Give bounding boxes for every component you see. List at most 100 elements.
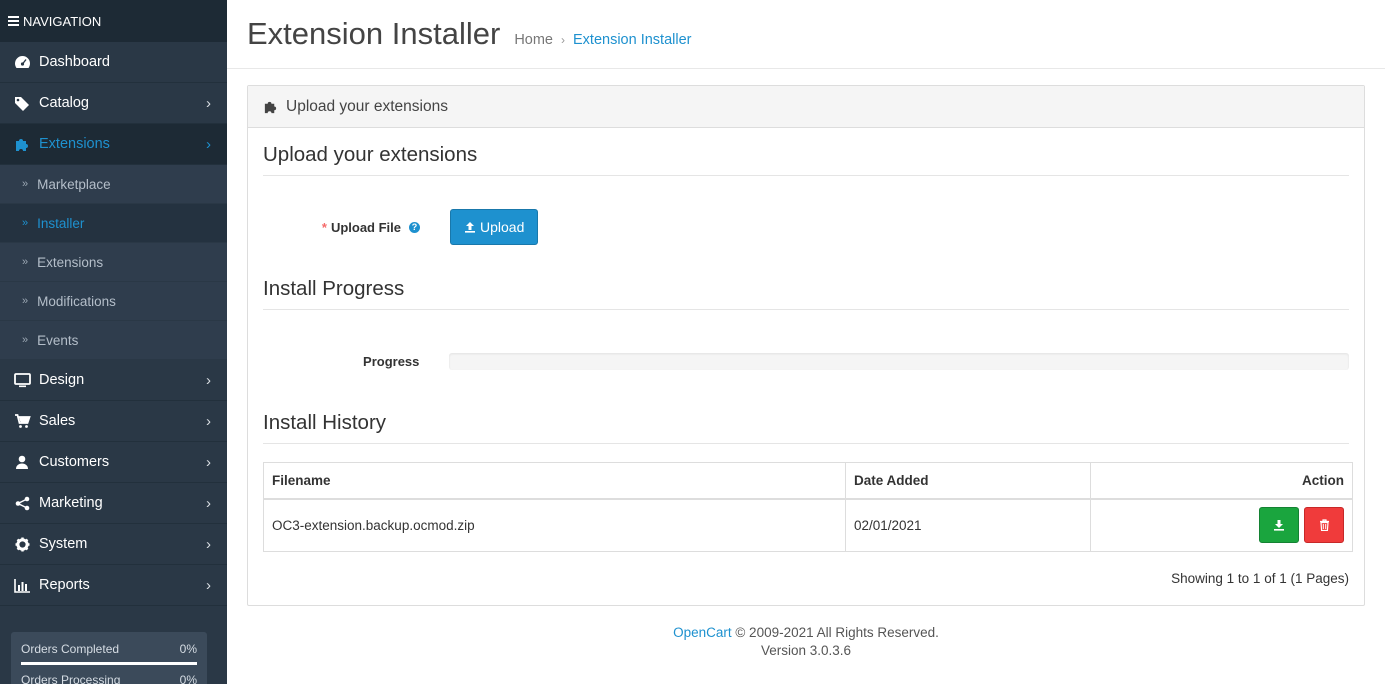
monitor-icon: [12, 372, 32, 388]
sidebar-item-label: Dashboard: [39, 54, 110, 70]
column-action: Action: [1090, 462, 1353, 500]
submenu-item-label: Extensions: [37, 254, 104, 270]
menu-icon: [8, 14, 19, 28]
breadcrumb-separator-icon: ›: [561, 33, 565, 47]
section-history-title: Install History: [263, 411, 1349, 444]
share-icon: [12, 495, 32, 511]
panel-body: Upload your extensions * Upload File ? U…: [248, 128, 1364, 586]
tags-icon: [12, 95, 32, 111]
pagination-info: Showing 1 to 1 of 1 (1 Pages): [1171, 571, 1349, 586]
submenu-item-label: Marketplace: [37, 176, 111, 192]
sidebar-item-sales[interactable]: Sales ›: [0, 401, 227, 442]
sidebar-item-customers[interactable]: Customers ›: [0, 442, 227, 483]
sidebar: NAVIGATION Dashboard Catalog › Extension…: [0, 0, 227, 684]
user-icon: [12, 454, 32, 470]
page-title: Extension Installer: [247, 16, 501, 51]
submenu-item-events[interactable]: » Events: [0, 321, 227, 360]
chevron-right-icon: ›: [206, 135, 211, 153]
submenu-item-marketplace[interactable]: » Marketplace: [0, 165, 227, 204]
sidebar-item-label: Sales: [39, 413, 76, 429]
footer: OpenCart © 2009-2021 All Rights Reserved…: [227, 624, 1385, 660]
required-marker: *: [321, 219, 327, 235]
upload-file-label: * Upload File ?: [263, 220, 420, 235]
column-date-added[interactable]: Date Added: [845, 462, 1091, 500]
double-chevron-icon: »: [22, 256, 29, 268]
footer-copyright: OpenCart © 2009-2021 All Rights Reserved…: [227, 624, 1385, 642]
double-chevron-icon: »: [22, 217, 29, 229]
table-row: OC3-extension.backup.ocmod.zip 02/01/202…: [263, 498, 1353, 552]
submenu-item-extensions[interactable]: » Extensions: [0, 243, 227, 282]
double-chevron-icon: »: [22, 178, 29, 190]
chevron-right-icon: ›: [206, 576, 211, 594]
help-icon[interactable]: ?: [409, 221, 420, 233]
double-chevron-icon: »: [22, 295, 29, 307]
cart-icon: [12, 413, 32, 429]
panel-heading: Upload your extensions: [248, 86, 1364, 128]
chevron-right-icon: ›: [206, 412, 211, 430]
breadcrumb-home[interactable]: Home: [514, 32, 553, 48]
extensions-submenu: » Marketplace » Installer » Extensions »…: [0, 165, 227, 360]
column-filename[interactable]: Filename: [263, 462, 846, 500]
sidebar-item-label: Catalog: [39, 95, 89, 111]
upload-panel: Upload your extensions Upload your exten…: [247, 85, 1365, 606]
upload-file-row: * Upload File ? Upload: [263, 176, 1349, 278]
section-upload-title: Upload your extensions: [263, 128, 1349, 176]
submenu-item-modifications[interactable]: » Modifications: [0, 282, 227, 321]
gear-icon: [12, 536, 32, 552]
sidebar-item-dashboard[interactable]: Dashboard: [0, 42, 227, 83]
sidebar-item-extensions[interactable]: Extensions ›: [0, 124, 227, 165]
breadcrumb-current[interactable]: Extension Installer: [573, 32, 691, 48]
cell-filename: OC3-extension.backup.ocmod.zip: [263, 498, 846, 552]
sidebar-item-marketing[interactable]: Marketing ›: [0, 483, 227, 524]
sidebar-item-design[interactable]: Design ›: [0, 360, 227, 401]
sidebar-item-catalog[interactable]: Catalog ›: [0, 83, 227, 124]
navigation-label: NAVIGATION: [23, 13, 102, 29]
submenu-item-label: Events: [37, 332, 79, 348]
submenu-item-label: Modifications: [37, 293, 116, 309]
trash-icon: [1319, 519, 1329, 532]
copyright-text: © 2009-2021 All Rights Reserved.: [731, 625, 939, 640]
puzzle-icon: [12, 136, 32, 152]
opencart-link[interactable]: OpenCart: [673, 625, 732, 640]
sidebar-item-label: Extensions: [39, 136, 110, 152]
progress-row: Progress: [263, 310, 1349, 412]
chevron-right-icon: ›: [206, 371, 211, 389]
table-header-row: Filename Date Added Action: [263, 462, 1353, 500]
panel-heading-text: Upload your extensions: [286, 97, 448, 115]
upload-icon: [465, 222, 475, 233]
footer-version: Version 3.0.3.6: [760, 643, 852, 658]
submenu-item-label: Installer: [37, 215, 85, 231]
progress-label: Progress: [363, 353, 420, 369]
page-header: Extension Installer Home › Extension Ins…: [227, 0, 1385, 69]
sidebar-item-label: Reports: [39, 577, 90, 593]
stat-orders-processing: Orders Processing 0%: [21, 673, 197, 684]
sidebar-item-label: Customers: [39, 454, 110, 470]
navigation-toggle[interactable]: NAVIGATION: [0, 0, 227, 42]
download-icon: [1274, 520, 1285, 531]
sidebar-item-label: System: [39, 536, 88, 552]
cell-date-added: 02/01/2021: [845, 498, 1091, 552]
section-progress-title: Install Progress: [263, 277, 1349, 310]
sidebar-item-reports[interactable]: Reports ›: [0, 565, 227, 606]
install-progress-bar: [449, 352, 1349, 370]
puzzle-icon: [264, 101, 277, 114]
sidebar-item-label: Design: [39, 372, 85, 388]
chevron-right-icon: ›: [206, 453, 211, 471]
download-button[interactable]: [1259, 507, 1300, 544]
double-chevron-icon: »: [22, 334, 29, 346]
upload-button[interactable]: Upload: [450, 209, 539, 245]
main-content: Extension Installer Home › Extension Ins…: [227, 0, 1385, 684]
sidebar-item-system[interactable]: System ›: [0, 524, 227, 565]
chevron-right-icon: ›: [206, 494, 211, 512]
stat-orders-completed: Orders Completed 0%: [21, 642, 197, 656]
delete-button[interactable]: [1304, 507, 1344, 544]
dashboard-icon: [12, 54, 32, 70]
breadcrumb: Home › Extension Installer: [514, 32, 691, 48]
submenu-item-installer[interactable]: » Installer: [0, 204, 227, 243]
bar-chart-icon: [12, 577, 32, 593]
stat-progress-bar: [21, 662, 197, 665]
order-stats: Orders Completed 0% Orders Processing 0%: [11, 632, 207, 684]
install-history-table: Filename Date Added Action OC3-extension…: [263, 462, 1353, 552]
chevron-right-icon: ›: [206, 535, 211, 553]
cell-actions: [1090, 498, 1353, 552]
